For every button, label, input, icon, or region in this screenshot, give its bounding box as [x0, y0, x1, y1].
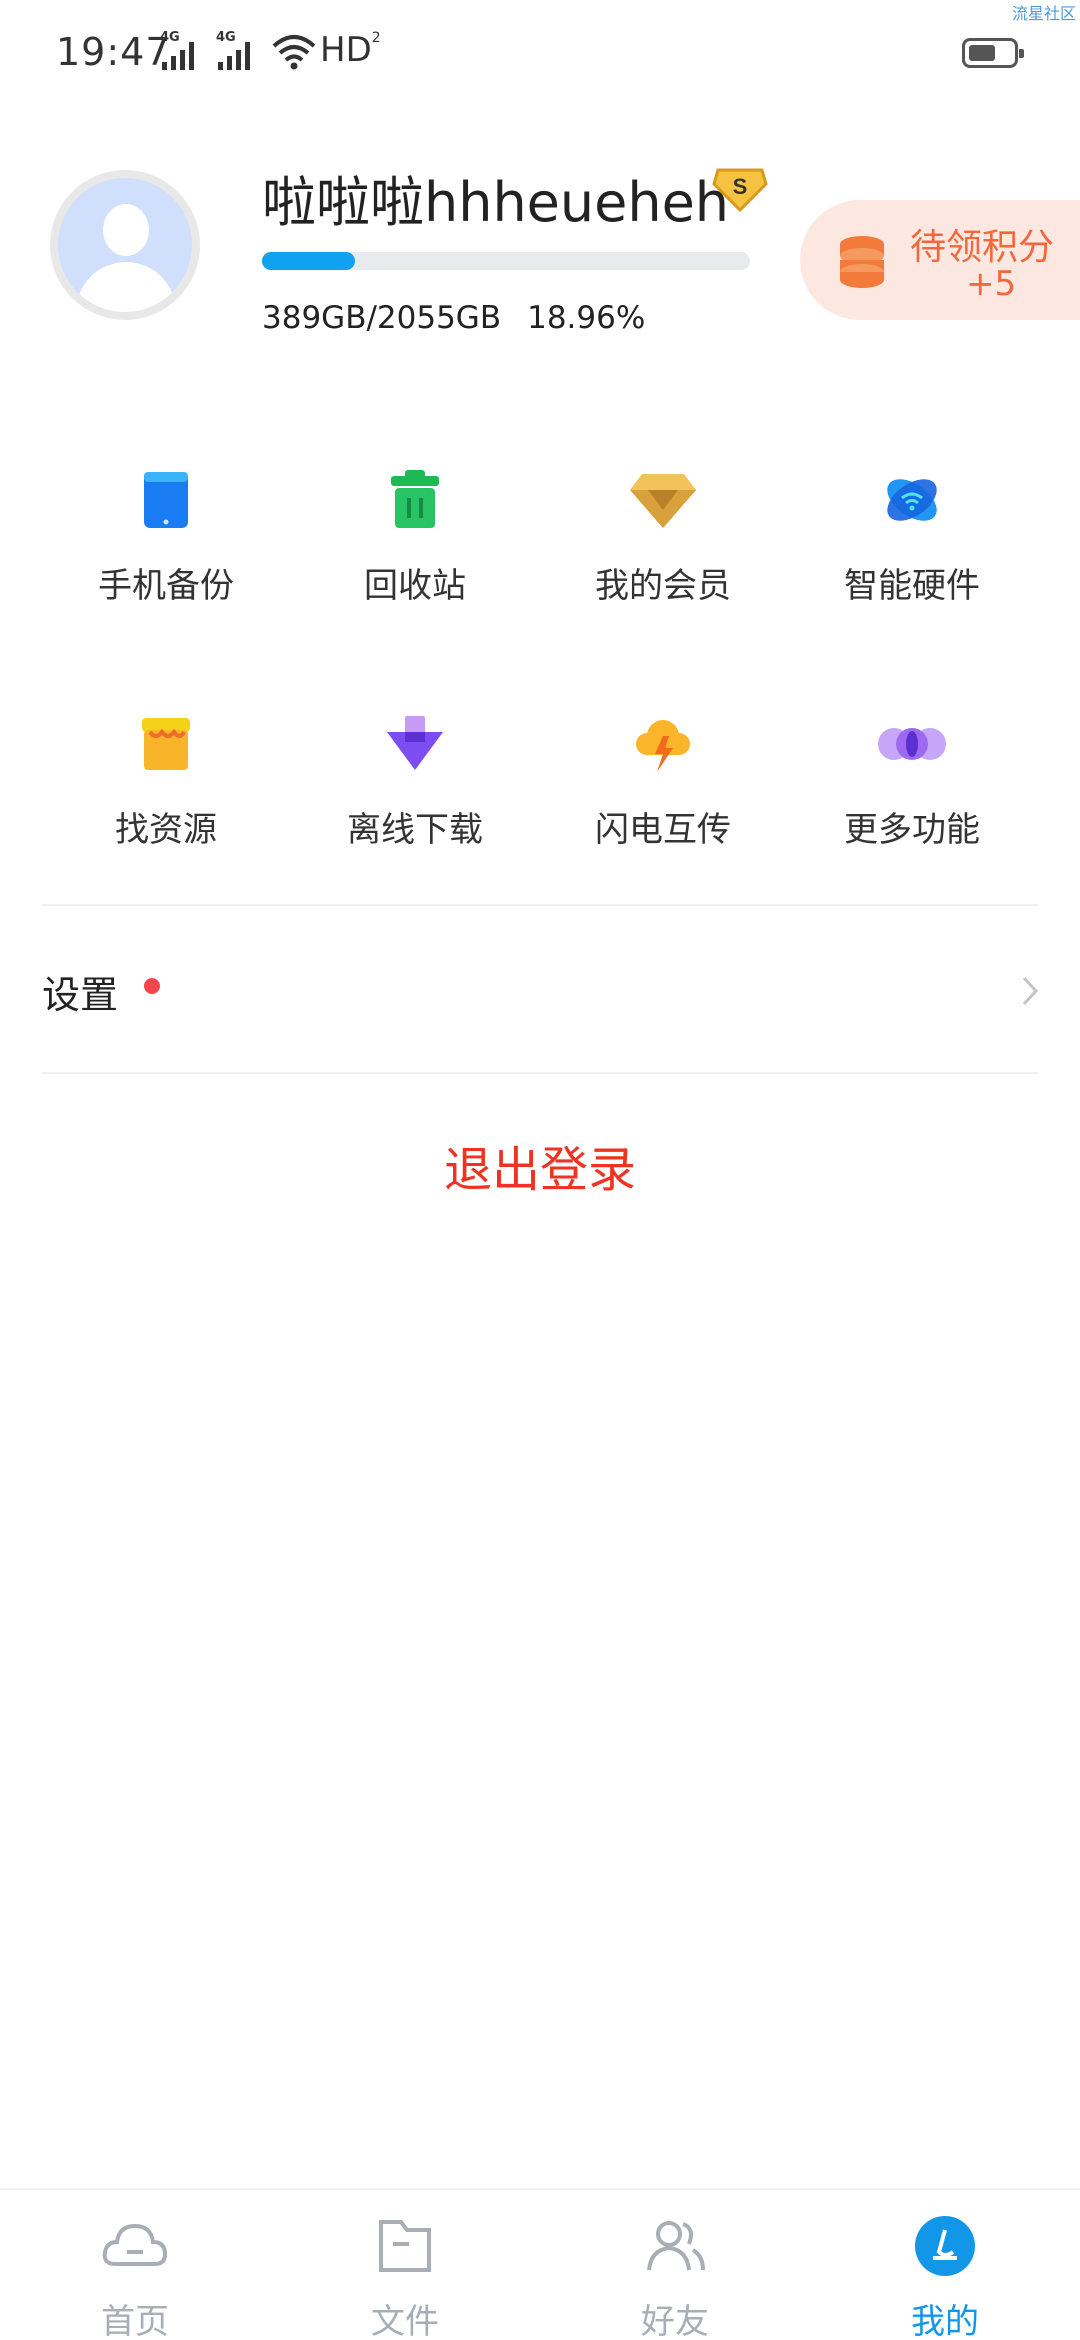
tab-home[interactable]: 首页	[0, 2190, 270, 2340]
feature-label: 智能硬件	[844, 566, 980, 606]
feature-label: 我的会员	[595, 566, 731, 606]
feature-label: 离线下载	[347, 810, 483, 850]
tab-mine[interactable]: 我的	[810, 2190, 1080, 2340]
points-value: +5	[966, 264, 1017, 304]
hd-indicator: HD2	[320, 30, 381, 70]
feature-phone-backup[interactable]: 手机备份	[56, 470, 276, 620]
feature-label: 更多功能	[844, 810, 980, 850]
points-button[interactable]: 待领积分 +5	[800, 200, 1080, 320]
tab-friends[interactable]: 好友	[540, 2190, 810, 2340]
feature-label: 找资源	[115, 810, 217, 850]
status-bar: 19:47 4G 4G HD2 流星社区	[0, 0, 1080, 110]
tab-files[interactable]: 文件	[270, 2190, 540, 2340]
storage-progress-fill	[262, 252, 355, 270]
feature-membership[interactable]: 我的会员	[553, 470, 773, 620]
coins-icon	[840, 236, 884, 288]
tab-label: 好友	[641, 2302, 709, 2340]
battery-icon	[962, 38, 1024, 68]
feature-label: 手机备份	[98, 566, 234, 606]
avatar[interactable]	[50, 170, 200, 320]
storage-info: 389GB/2055GB 18.96%	[262, 300, 645, 336]
trash-icon	[391, 470, 439, 528]
status-time: 19:47	[56, 30, 171, 74]
notification-dot	[144, 978, 160, 994]
feature-more[interactable]: 更多功能	[802, 714, 1022, 864]
tab-label: 文件	[371, 2302, 439, 2340]
storage-progress-bar	[262, 252, 750, 270]
shop-icon	[142, 718, 190, 770]
tab-label: 首页	[101, 2302, 169, 2340]
watermark: 流星社区	[1011, 4, 1076, 23]
feature-label: 闪电互传	[595, 810, 731, 850]
cloud-home-icon	[102, 2223, 168, 2266]
logout-button[interactable]: 退出登录	[0, 1130, 1080, 1200]
vip-badge-icon[interactable]: S	[712, 164, 768, 214]
phone-icon	[144, 472, 188, 528]
tab-label: 我的	[911, 2302, 979, 2340]
chevron-right-icon	[1022, 976, 1039, 1006]
username: 啦啦啦hhheueheh	[262, 171, 730, 234]
settings-label: 设置	[42, 973, 119, 1017]
download-icon	[387, 716, 443, 770]
diamond-icon	[630, 474, 696, 528]
feature-find-resources[interactable]: 找资源	[56, 714, 276, 864]
storage-percent: 18.96%	[527, 300, 646, 336]
feature-offline-download[interactable]: 离线下载	[305, 714, 525, 864]
wifi-icon	[272, 35, 316, 70]
points-label: 待领积分	[910, 227, 1055, 268]
divider	[42, 1072, 1038, 1074]
more-icon	[878, 728, 946, 760]
bottom-tab-bar: 首页 文件 好友 我的	[0, 2188, 1080, 2340]
profile-icon	[915, 2216, 975, 2276]
feature-label: 回收站	[364, 566, 466, 606]
storage-text: 389GB/2055GB	[262, 300, 502, 336]
smart-device-icon	[887, 479, 937, 521]
lightning-cloud-icon	[636, 720, 690, 772]
feature-lightning-transfer[interactable]: 闪电互传	[553, 714, 773, 864]
feature-recycle-bin[interactable]: 回收站	[305, 470, 525, 620]
feature-smart-hardware[interactable]: 智能硬件	[802, 470, 1022, 620]
friends-icon	[647, 2221, 705, 2271]
settings-row[interactable]: 设置	[0, 908, 1080, 1070]
vip-badge-text: S	[733, 174, 748, 199]
folder-icon	[379, 2220, 431, 2272]
divider	[42, 904, 1038, 906]
